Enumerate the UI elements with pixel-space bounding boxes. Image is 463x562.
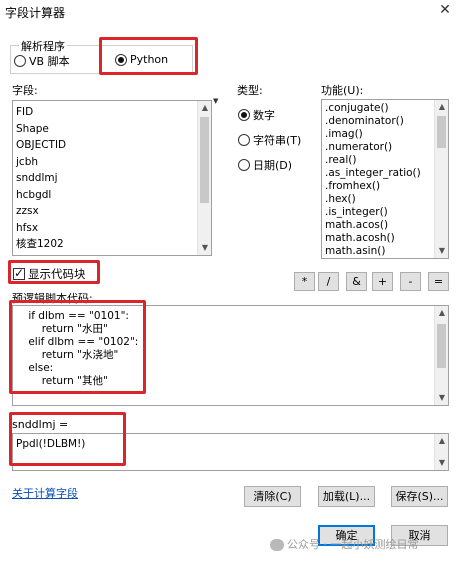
functions-list[interactable]: .conjugate() .denominator() .imag() .num… [321,99,449,259]
scroll-down-icon[interactable]: ▼ [435,456,448,470]
list-item[interactable]: hfsx [13,220,211,237]
radio-selected-icon[interactable] [115,53,127,66]
code-line: return "其他" [15,375,108,387]
scroll-down-icon[interactable]: ▼ [435,244,448,258]
scroll-up-icon[interactable]: ▲ [435,434,448,448]
code-line: elif dlbm == "0102": [15,336,139,348]
code-line: return "水田" [15,323,108,335]
fields-dropdown-arrow-icon[interactable]: ▼ [213,97,218,105]
list-item[interactable]: Shape [13,121,211,138]
type-option-number[interactable]: 数字 [238,107,275,123]
scroll-thumb[interactable] [437,324,446,368]
scroll-up-icon[interactable]: ▲ [435,306,448,320]
parser-option-python[interactable]: Python [115,53,168,66]
codeblock-scrollbar[interactable]: ▲ ▼ [434,306,448,405]
list-item[interactable]: .imag() [322,128,448,141]
functions-scrollbar[interactable]: ▲ ▼ [434,100,448,258]
list-item[interactable]: .denominator() [322,115,448,128]
scroll-thumb[interactable] [200,117,209,203]
operator-divide-button[interactable]: / [318,272,339,291]
fields-label: 字段: [12,84,38,97]
list-item[interactable]: .fromhex() [322,180,448,193]
checkbox-checked-icon[interactable] [13,266,25,280]
show-codeblock-label: 显示代码块 [28,267,86,281]
scroll-thumb[interactable] [437,116,446,148]
expression-textarea[interactable]: Ppdl(!DLBM!) ▲ ▼ [12,433,449,471]
code-line: else: [15,362,54,374]
list-item[interactable]: math.acos() [322,219,448,232]
list-item[interactable]: zzsx [13,203,211,220]
list-item[interactable]: .numerator() [322,141,448,154]
load-button[interactable]: 加载(L)... [318,486,375,507]
operator-plus-button[interactable]: + [372,272,393,291]
show-codeblock-checkbox[interactable]: 显示代码块 [13,266,86,282]
radio-icon[interactable] [14,55,26,67]
codeblock-textarea[interactable]: if dlbm == "0101": return "水田" elif dlbm… [12,305,449,406]
operator-multiply-button[interactable]: * [294,272,315,291]
list-item[interactable]: OBJECTID [13,137,211,154]
list-item[interactable]: FID [13,104,211,121]
type-option-label: 数字 [253,109,275,122]
list-item[interactable]: 核查1202 [13,236,211,253]
radio-icon[interactable] [238,134,250,146]
expression-value: Ppdl(!DLBM!) [16,438,86,450]
type-option-label: 日期(D) [253,159,293,172]
scroll-up-icon[interactable]: ▲ [435,100,448,114]
parser-option-label: VB 脚本 [29,55,70,68]
list-item[interactable]: math.asin() [322,245,448,258]
wechat-icon [270,539,284,551]
parser-group-label: 解析程序 [19,38,67,54]
radio-selected-icon[interactable] [238,109,250,121]
operator-equals-button[interactable]: = [428,272,449,291]
list-item[interactable]: hcbgdl [13,187,211,204]
list-item[interactable]: jcbh [13,154,211,171]
scroll-down-icon[interactable]: ▼ [435,391,448,405]
code-line: return "水浇地" [15,349,119,361]
save-button[interactable]: 保存(S)... [391,486,448,507]
watermark-text: 公众号 · 一起小妖测绘日常 [287,538,419,551]
type-option-label: 字符串(T) [253,134,302,147]
list-item[interactable]: .hex() [322,193,448,206]
scroll-down-icon[interactable]: ▼ [198,241,211,255]
list-item[interactable]: snddlmj [13,170,211,187]
scroll-up-icon[interactable]: ▲ [198,101,211,115]
list-item[interactable]: .real() [322,154,448,167]
code-line: if dlbm == "0101": [15,310,129,322]
clear-button[interactable]: 清除(C) [244,486,301,507]
codeblock-label: 预逻辑脚本代码: [12,292,93,305]
list-item[interactable]: .is_integer() [322,206,448,219]
parser-option-label: Python [130,53,169,66]
functions-label: 功能(U): [321,84,364,97]
fields-list[interactable]: FID Shape OBJECTID jcbh snddlmj hcbgdl z… [12,100,212,256]
radio-icon[interactable] [238,159,250,171]
list-item[interactable]: math.acosh() [322,232,448,245]
list-item[interactable]: .conjugate() [322,102,448,115]
window-title: 字段计算器 [5,6,66,20]
expression-label: snddlmj = [12,418,69,431]
field-calculator-dialog: 字段计算器 ✕ 解析程序 VB 脚本 Python 字段: ▼ FID Shap… [0,0,463,562]
fields-scrollbar[interactable]: ▲ ▼ [197,101,211,255]
operator-ampersand-button[interactable]: & [346,272,367,291]
close-icon[interactable]: ✕ [437,2,453,18]
type-option-date[interactable]: 日期(D) [238,157,292,173]
list-item[interactable]: .as_integer_ratio() [322,167,448,180]
about-calculate-field-link[interactable]: 关于计算字段 [12,485,78,501]
operator-minus-button[interactable]: - [400,272,421,291]
parser-option-vbscript[interactable]: VB 脚本 [14,53,70,69]
type-option-string[interactable]: 字符串(T) [238,132,301,148]
type-label: 类型: [237,84,263,97]
expression-scrollbar[interactable]: ▲ ▼ [434,434,448,470]
watermark: 公众号 · 一起小妖测绘日常 [270,536,419,552]
